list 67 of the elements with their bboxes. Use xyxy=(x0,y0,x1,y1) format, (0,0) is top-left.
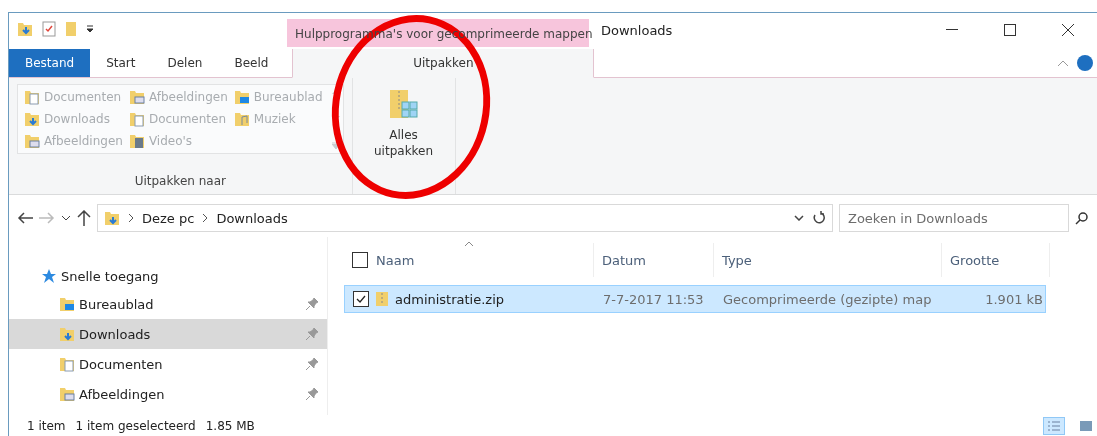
pin-icon[interactable] xyxy=(305,297,319,311)
nav-item[interactable]: Documenten xyxy=(9,349,327,379)
details-list-icon xyxy=(1047,420,1061,432)
nav-item[interactable]: Bureaublad xyxy=(9,289,327,319)
nav-header[interactable]: Snelle toegang xyxy=(61,268,159,284)
refresh-icon[interactable] xyxy=(812,211,826,225)
pin-icon[interactable] xyxy=(305,357,319,371)
folder-icon xyxy=(59,356,75,372)
chevron-icon[interactable] xyxy=(128,214,134,222)
size-cell-text: 1.901 kB xyxy=(984,291,1044,307)
folder-icon xyxy=(59,326,75,342)
maximize-icon xyxy=(1004,24,1016,36)
help-icon[interactable] xyxy=(1077,55,1093,71)
location-icon xyxy=(128,133,145,149)
item-count: 1 item xyxy=(27,419,66,433)
location-icon xyxy=(24,89,40,105)
address-bar[interactable]: Deze pc Downloads xyxy=(97,204,833,232)
minimize-icon xyxy=(946,29,958,31)
folder-down-icon[interactable] xyxy=(17,21,33,37)
location-icon xyxy=(128,111,145,127)
star-icon xyxy=(41,268,57,284)
gallery-expand-icon[interactable] xyxy=(331,142,340,149)
close-icon xyxy=(1062,24,1074,36)
ribbon-tab[interactable]: Uitpakken xyxy=(292,49,595,78)
nav-item[interactable]: Downloads xyxy=(9,319,327,349)
file-row[interactable]: administratie.zip 7-7-2017 11:53 Gecomprimeerde (gezipte) map 1.901 kB xyxy=(344,285,1046,313)
type-cell-text: Gecomprimeerde (gezipte) map xyxy=(722,291,933,307)
folder-icon xyxy=(59,386,75,402)
selection-size: 1.85 MB xyxy=(205,419,255,433)
recent-dropdown-icon[interactable] xyxy=(61,215,71,221)
folder-icon xyxy=(59,296,75,312)
search-icon[interactable] xyxy=(1075,211,1089,225)
tiles-picture-icon xyxy=(1079,420,1093,432)
location-icon xyxy=(24,111,40,127)
extract-all-button[interactable]: Alles uitpakken xyxy=(360,84,447,164)
back-arrow-icon[interactable] xyxy=(17,212,33,224)
column-header[interactable]: Naam xyxy=(344,243,594,277)
column-header[interactable]: Type xyxy=(714,243,942,277)
collapse-ribbon-icon[interactable] xyxy=(1057,59,1069,67)
date-cell-text: 7-7-2017 11:53 xyxy=(602,291,705,307)
pin-icon[interactable] xyxy=(305,387,319,401)
column-header[interactable]: Grootte xyxy=(942,243,1050,277)
location-icon xyxy=(128,89,145,105)
select-all-checkbox[interactable] xyxy=(352,252,368,268)
row-checkbox[interactable] xyxy=(353,291,369,307)
column-header[interactable]: Datum xyxy=(594,243,714,277)
location-icon xyxy=(24,133,40,149)
breadcrumb[interactable]: Deze pc xyxy=(142,210,195,226)
group-label: Uitpakken naar xyxy=(134,174,226,190)
search-field[interactable]: Zoeken in Downloads xyxy=(839,204,1069,232)
zip-folder-icon xyxy=(375,291,389,307)
customize-dropdown-icon[interactable] xyxy=(85,24,95,34)
address-dropdown-icon[interactable] xyxy=(794,215,804,221)
location-icon xyxy=(233,111,250,127)
folder-down-icon xyxy=(104,210,120,226)
chevron-icon[interactable] xyxy=(202,214,209,222)
sort-caret-icon xyxy=(463,241,474,247)
selection-info: 1 item geselecteerd xyxy=(75,419,196,433)
properties-check-icon[interactable] xyxy=(41,21,57,37)
file-name: administratie.zip xyxy=(395,291,505,307)
up-arrow-icon[interactable] xyxy=(77,210,91,226)
ribbon-tab[interactable]: Bestand xyxy=(9,49,91,77)
check-icon xyxy=(356,295,366,303)
breadcrumb[interactable]: Downloads xyxy=(216,210,288,226)
window-title: Downloads xyxy=(600,22,674,40)
nav-item[interactable]: Afbeeldingen xyxy=(9,379,327,409)
location-icon xyxy=(233,89,250,105)
